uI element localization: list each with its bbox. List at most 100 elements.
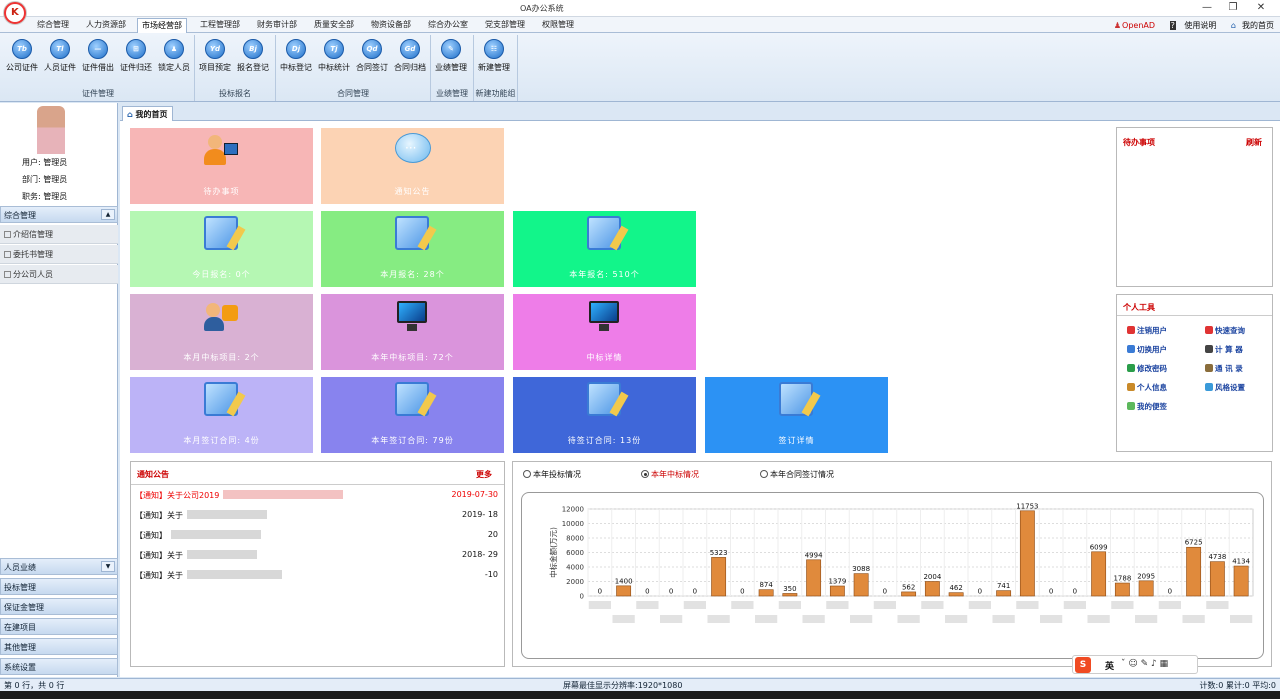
bar-value-label: 1400 [615, 577, 633, 585]
ribbon-button-1-1[interactable]: Bj 报名登记 [234, 39, 272, 73]
bar[interactable] [806, 559, 822, 597]
ribbon-button-label: 合同签订 [356, 63, 388, 72]
tile-1[interactable]: ··· 通知公告 [321, 128, 504, 204]
bar[interactable] [1019, 510, 1035, 597]
tool-item-5[interactable]: 通 讯 录 [1205, 363, 1243, 374]
ribbon-button-2-2[interactable]: Qd 合同签订 [353, 39, 391, 73]
app-logo-icon[interactable]: K [4, 2, 26, 24]
tile-3[interactable]: 本月报名: 28个 [321, 211, 504, 287]
nav-section-2[interactable]: 保证金管理 [0, 598, 118, 615]
menu-tab-4[interactable]: 财务审计部 [253, 18, 301, 33]
tile-2[interactable]: 今日报名: 0个 [130, 211, 313, 287]
home-link[interactable]: ⌂ 我的首页 [1225, 21, 1274, 30]
ribbon-button-0-3[interactable]: ⊞ 证件归还 [117, 39, 155, 73]
redacted-category-label [826, 601, 849, 609]
more-link[interactable]: 更多 [476, 469, 492, 480]
ribbon-button-2-3[interactable]: Gd 合同归档 [391, 39, 429, 73]
menu-tab-8[interactable]: 党支部管理 [481, 18, 529, 33]
bar[interactable] [1091, 551, 1107, 597]
ime-lang[interactable]: 英 [1105, 659, 1114, 672]
notice-item[interactable]: 【通知】关于 2019- 18 [135, 510, 498, 523]
ribbon-button-3-0[interactable]: ✎ 业绩管理 [432, 39, 470, 73]
redacted-category-label [850, 615, 873, 623]
tool-item-3[interactable]: 计 算 器 [1205, 344, 1243, 355]
ribbon-button-2-1[interactable]: Tj 中标统计 [315, 39, 353, 73]
ribbon-button-1-0[interactable]: Yd 项目预定 [196, 39, 234, 73]
menu-tab-1[interactable]: 人力资源部 [82, 18, 130, 33]
menu-tab-5[interactable]: 质量安全部 [310, 18, 358, 33]
bar[interactable] [853, 573, 869, 597]
ribbon-button-0-2[interactable]: — 证件借出 [79, 39, 117, 73]
tool-item-8[interactable]: 我的便签 [1127, 401, 1167, 412]
ribbon-button-0-0[interactable]: Tb 公司证件 [3, 39, 41, 73]
close-button[interactable]: ✕ [1250, 1, 1272, 15]
tile-6[interactable]: 本年中标项目: 72个 [321, 294, 504, 370]
tool-icon [1205, 383, 1213, 391]
nav-section-general[interactable]: 综合管理 ▲ [0, 206, 118, 223]
nav-item-0[interactable]: 介绍信管理 [0, 225, 118, 244]
menu-tab-0[interactable]: 综合管理 [33, 18, 73, 33]
tile-4[interactable]: 本年报名: 510个 [513, 211, 696, 287]
restore-button[interactable]: ❐ [1222, 1, 1244, 15]
bar[interactable] [1114, 582, 1130, 597]
nav-section-5[interactable]: 系统设置 [0, 658, 118, 675]
bar[interactable] [711, 557, 727, 597]
tile-8[interactable]: 本月签订合同: 4份 [130, 377, 313, 453]
chart-option-1[interactable]: 本年中标情况 [641, 469, 699, 480]
bar[interactable] [1233, 565, 1249, 597]
refresh-link[interactable]: 刷新 [1246, 137, 1262, 148]
bar[interactable] [829, 585, 845, 597]
ribbon-group-4: ☷ 新建管理 新建功能组 [474, 35, 518, 101]
bar[interactable] [782, 593, 798, 597]
tool-item-2[interactable]: 切换用户 [1127, 344, 1167, 355]
ribbon-button-0-1[interactable]: Tl 人员证件 [41, 39, 79, 73]
nav-item-2[interactable]: 分公司人员 [0, 265, 118, 284]
bar[interactable] [901, 591, 917, 597]
bar[interactable] [1138, 580, 1154, 597]
tile-9[interactable]: 本年签订合同: 79份 [321, 377, 504, 453]
minimize-button[interactable]: — [1196, 1, 1218, 15]
tile-11[interactable]: 签订详情 [705, 377, 888, 453]
menu-tab-2[interactable]: 市场经营部 [137, 18, 187, 33]
nav-section-0[interactable]: 人员业绩 ▼ [0, 558, 118, 575]
tool-item-1[interactable]: 快速查询 [1205, 325, 1245, 336]
bar[interactable] [948, 592, 964, 597]
menu-tab-3[interactable]: 工程管理部 [196, 18, 244, 33]
user-link[interactable]: ♟OpenAD [1108, 21, 1155, 30]
tile-10[interactable]: 待签订合同: 13份 [513, 377, 696, 453]
nav-section-3[interactable]: 在建项目 [0, 618, 118, 635]
bar[interactable] [1186, 546, 1202, 597]
ribbon-button-2-0[interactable]: Dj 中标登记 [277, 39, 315, 73]
tile-5[interactable]: 本月中标项目: 2个 [130, 294, 313, 370]
chart-option-2[interactable]: 本年合同签订情况 [760, 469, 834, 480]
notice-item[interactable]: 【通知】关于公司2019 2019-07-30 [135, 490, 498, 503]
bar[interactable] [996, 590, 1012, 597]
menu-tab-9[interactable]: 权限管理 [538, 18, 578, 33]
tool-item-7[interactable]: 风格设置 [1205, 382, 1245, 393]
tile-7[interactable]: 中标详情 [513, 294, 696, 370]
notice-item[interactable]: 【通知】关于 2018- 29 [135, 550, 498, 563]
tile-0[interactable]: 待办事项 [130, 128, 313, 204]
notice-item[interactable]: 【通知】 20 [135, 530, 498, 543]
collapse-icon[interactable]: ▲ [101, 209, 115, 220]
tool-item-0[interactable]: 注销用户 [1127, 325, 1167, 336]
chart-option-0[interactable]: 本年投标情况 [523, 469, 581, 480]
tool-item-4[interactable]: 修改密码 [1127, 363, 1167, 374]
bar[interactable] [924, 581, 940, 597]
expand-down-icon[interactable]: ▼ [101, 561, 115, 572]
notice-item[interactable]: 【通知】关于 -10 [135, 570, 498, 583]
nav-item-1[interactable]: 委托书管理 [0, 245, 118, 264]
tab-home[interactable]: ⌂ 我的首页 [122, 106, 173, 121]
ribbon-button-0-4[interactable]: ♟ 锁定人员 [155, 39, 193, 73]
tool-item-6[interactable]: 个人信息 [1127, 382, 1167, 393]
bar[interactable] [616, 585, 632, 597]
menu-tab-6[interactable]: 物资设备部 [367, 18, 415, 33]
ime-toolbar[interactable]: S 英 ˇ ☺ ✎ ♪ ▦ [1072, 655, 1198, 674]
help-link[interactable]: ? 使用说明 [1164, 21, 1216, 30]
ribbon-button-4-0[interactable]: ☷ 新建管理 [475, 39, 513, 73]
bar[interactable] [1209, 561, 1225, 597]
menu-tab-7[interactable]: 综合办公室 [424, 18, 472, 33]
nav-section-1[interactable]: 投标管理 [0, 578, 118, 595]
nav-section-4[interactable]: 其他管理 [0, 638, 118, 655]
bar[interactable] [758, 589, 774, 597]
